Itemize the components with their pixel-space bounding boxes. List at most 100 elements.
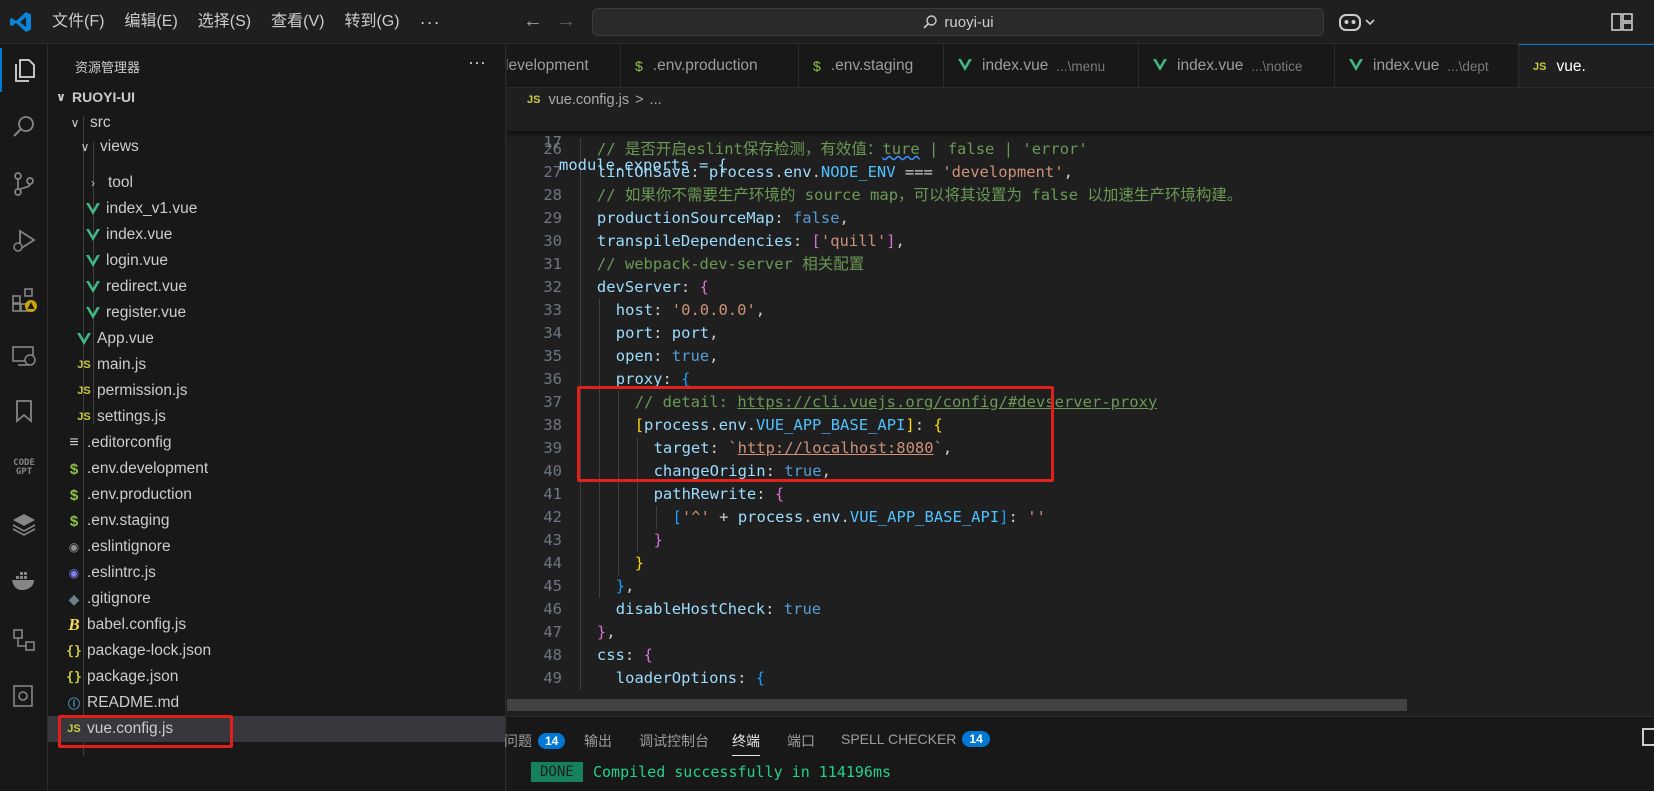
tree-file[interactable]: {} package.json: [48, 664, 505, 690]
info-file-icon: ⓘ: [67, 696, 80, 711]
command-center-search[interactable]: ruoyi-ui: [592, 8, 1324, 36]
tab-env-production[interactable]: $ .env.production: [621, 44, 799, 87]
explorer-activity[interactable]: [0, 48, 48, 92]
tree-file[interactable]: App.vue: [48, 326, 505, 352]
tree-file[interactable]: redirect.vue: [48, 274, 505, 300]
code-line[interactable]: 32 devServer: {: [507, 276, 1654, 299]
tree-file[interactable]: register.vue: [48, 300, 505, 326]
code-line[interactable]: 44}: [507, 552, 1654, 575]
tree-file[interactable]: ◉ .eslintignore: [48, 534, 505, 560]
menu-selection[interactable]: 选择(S): [188, 0, 261, 44]
tab-index-notice[interactable]: index.vue ...\notice: [1139, 44, 1335, 87]
bookmarks-activity[interactable]: [0, 389, 48, 433]
env-file-icon: $: [69, 460, 79, 478]
tree-file[interactable]: JS main.js: [48, 352, 505, 378]
tree-file[interactable]: ≡ .editorconfig: [48, 430, 505, 456]
tree-root-folder[interactable]: ∨ RUOYI-UI: [48, 84, 505, 110]
source-control-activity[interactable]: [0, 162, 48, 206]
tree-file[interactable]: JS settings.js: [48, 404, 505, 430]
code-line[interactable]: 42 ['^' + process.env.VUE_APP_BASE_API]: …: [507, 506, 1654, 529]
code-line[interactable]: 36 proxy: {: [507, 368, 1654, 391]
panel-tab-debug-console[interactable]: 调试控制台: [639, 731, 709, 751]
flow-activity[interactable]: [0, 618, 48, 662]
explorer-more-icon[interactable]: ···: [468, 52, 486, 73]
code-line[interactable]: 43}: [507, 529, 1654, 552]
menu-bar: 文件(F) 编辑(E) 选择(S) 查看(V) 转到(G) ···: [42, 0, 451, 44]
config-file-icon: ≡: [69, 434, 79, 451]
code-line[interactable]: 29 productionSourceMap: false,: [507, 207, 1654, 230]
code-line[interactable]: 48 css: {: [507, 644, 1654, 667]
docker-icon: [12, 572, 34, 590]
copilot-icon[interactable]: [1337, 10, 1379, 34]
forward-arrow-icon[interactable]: →: [556, 10, 576, 33]
line-number: 36: [543, 370, 562, 388]
menu-go[interactable]: 转到(G): [334, 0, 409, 44]
code-line[interactable]: 46 disableHostCheck: true: [507, 598, 1654, 621]
tab-env-development[interactable]: v.development: [507, 44, 621, 87]
tree-file[interactable]: Bbabel.config.js: [48, 612, 505, 638]
code-text: [process.env.VUE_APP_BASE_API]: {: [635, 414, 943, 437]
code-line[interactable]: 30 transpileDependencies: ['quill'],: [507, 230, 1654, 253]
tree-file-selected[interactable]: JS vue.config.js: [48, 716, 505, 742]
layout-icon[interactable]: [1611, 12, 1633, 32]
tree-file[interactable]: login.vue: [48, 248, 505, 274]
layers-activity[interactable]: [0, 502, 48, 546]
menu-view[interactable]: 查看(V): [261, 0, 334, 44]
code-line[interactable]: 33 host: '0.0.0.0',: [507, 299, 1654, 322]
code-line[interactable]: 41 pathRewrite: {: [507, 483, 1654, 506]
code-line[interactable]: 31 // webpack-dev-server 相关配置: [507, 253, 1654, 276]
code-editor[interactable]: 26// 是否开启eslint保存检测，有效值：ture | false | '…: [507, 112, 1654, 710]
code-line[interactable]: 39 target: `http://localhost:8080`,: [507, 437, 1654, 460]
extension-settings-activity[interactable]: [0, 674, 48, 718]
code-token: '0.0.0.0': [671, 301, 756, 319]
code-line[interactable]: 49 loaderOptions: {: [507, 667, 1654, 690]
breadcrumb-file[interactable]: vue.config.js: [548, 92, 629, 108]
panel-tab-output[interactable]: 输出: [584, 731, 612, 751]
tree-folder-src[interactable]: ∨ src: [48, 110, 505, 136]
code-line[interactable]: 35 open: true,: [507, 345, 1654, 368]
docker-activity[interactable]: [0, 558, 48, 602]
breadcrumb-symbol[interactable]: ...: [650, 92, 662, 108]
extensions-activity[interactable]: [0, 278, 48, 322]
tab-env-staging[interactable]: $ .env.staging: [799, 44, 944, 87]
code-line[interactable]: 37 // detail: https://cli.vuejs.org/confi…: [507, 391, 1654, 414]
panel-tab-spell-checker[interactable]: SPELL CHECKER 14: [841, 731, 990, 747]
search-activity[interactable]: [0, 105, 48, 149]
tree-file[interactable]: index_v1.vue: [48, 196, 505, 222]
horizontal-scrollbar[interactable]: [507, 699, 1407, 711]
tab-vue-config-active[interactable]: JS vue.: [1519, 44, 1654, 87]
tree-file[interactable]: $ .env.staging: [48, 508, 505, 534]
tree-file[interactable]: $ .env.production: [48, 482, 505, 508]
panel-layout-icon[interactable]: [1642, 728, 1654, 746]
code-line[interactable]: 38 [process.env.VUE_APP_BASE_API]: {: [507, 414, 1654, 437]
tree-folder-views[interactable]: ∨ views: [48, 136, 505, 158]
extensions-icon: [12, 288, 37, 312]
panel-tab-ports[interactable]: 端口: [787, 731, 815, 751]
menu-edit[interactable]: 编辑(E): [114, 0, 187, 44]
tree-folder-tool[interactable]: › tool: [48, 170, 505, 196]
code-line[interactable]: 47},: [507, 621, 1654, 644]
panel-tab-problems[interactable]: 问题 14: [504, 731, 566, 751]
code-token: NODE_ENV: [820, 163, 896, 181]
code-line[interactable]: 34 port: port,: [507, 322, 1654, 345]
tree-file[interactable]: ◉ .eslintrc.js: [48, 560, 505, 586]
remote-explorer-activity[interactable]: [0, 334, 48, 378]
tree-file[interactable]: JS permission.js: [48, 378, 505, 404]
code-line[interactable]: 40 changeOrigin: true,: [507, 460, 1654, 483]
tab-index-dept[interactable]: index.vue ...\dept: [1335, 44, 1519, 87]
code-line[interactable]: 28// 如果你不需要生产环境的 source map，可以将其设置为 fals…: [507, 184, 1654, 207]
tree-file[interactable]: index.vue: [48, 222, 505, 248]
sticky-scroll-line[interactable]: 17 module.exports = {: [507, 112, 1654, 174]
codegpt-activity[interactable]: CODE GPT: [0, 446, 48, 490]
code-line[interactable]: 45},: [507, 575, 1654, 598]
tab-index-menu[interactable]: index.vue ...\menu: [944, 44, 1139, 87]
run-debug-activity[interactable]: [0, 218, 48, 262]
menu-file[interactable]: 文件(F): [42, 0, 114, 44]
back-arrow-icon[interactable]: ←: [523, 10, 543, 33]
tree-file[interactable]: $ .env.development: [48, 456, 505, 482]
menu-more[interactable]: ···: [410, 0, 451, 44]
tree-file[interactable]: ◆ .gitignore: [48, 586, 505, 612]
tree-file[interactable]: ⓘ README.md: [48, 690, 505, 716]
panel-tab-terminal[interactable]: 终端: [732, 731, 760, 756]
tree-file[interactable]: {} package-lock.json: [48, 638, 505, 664]
